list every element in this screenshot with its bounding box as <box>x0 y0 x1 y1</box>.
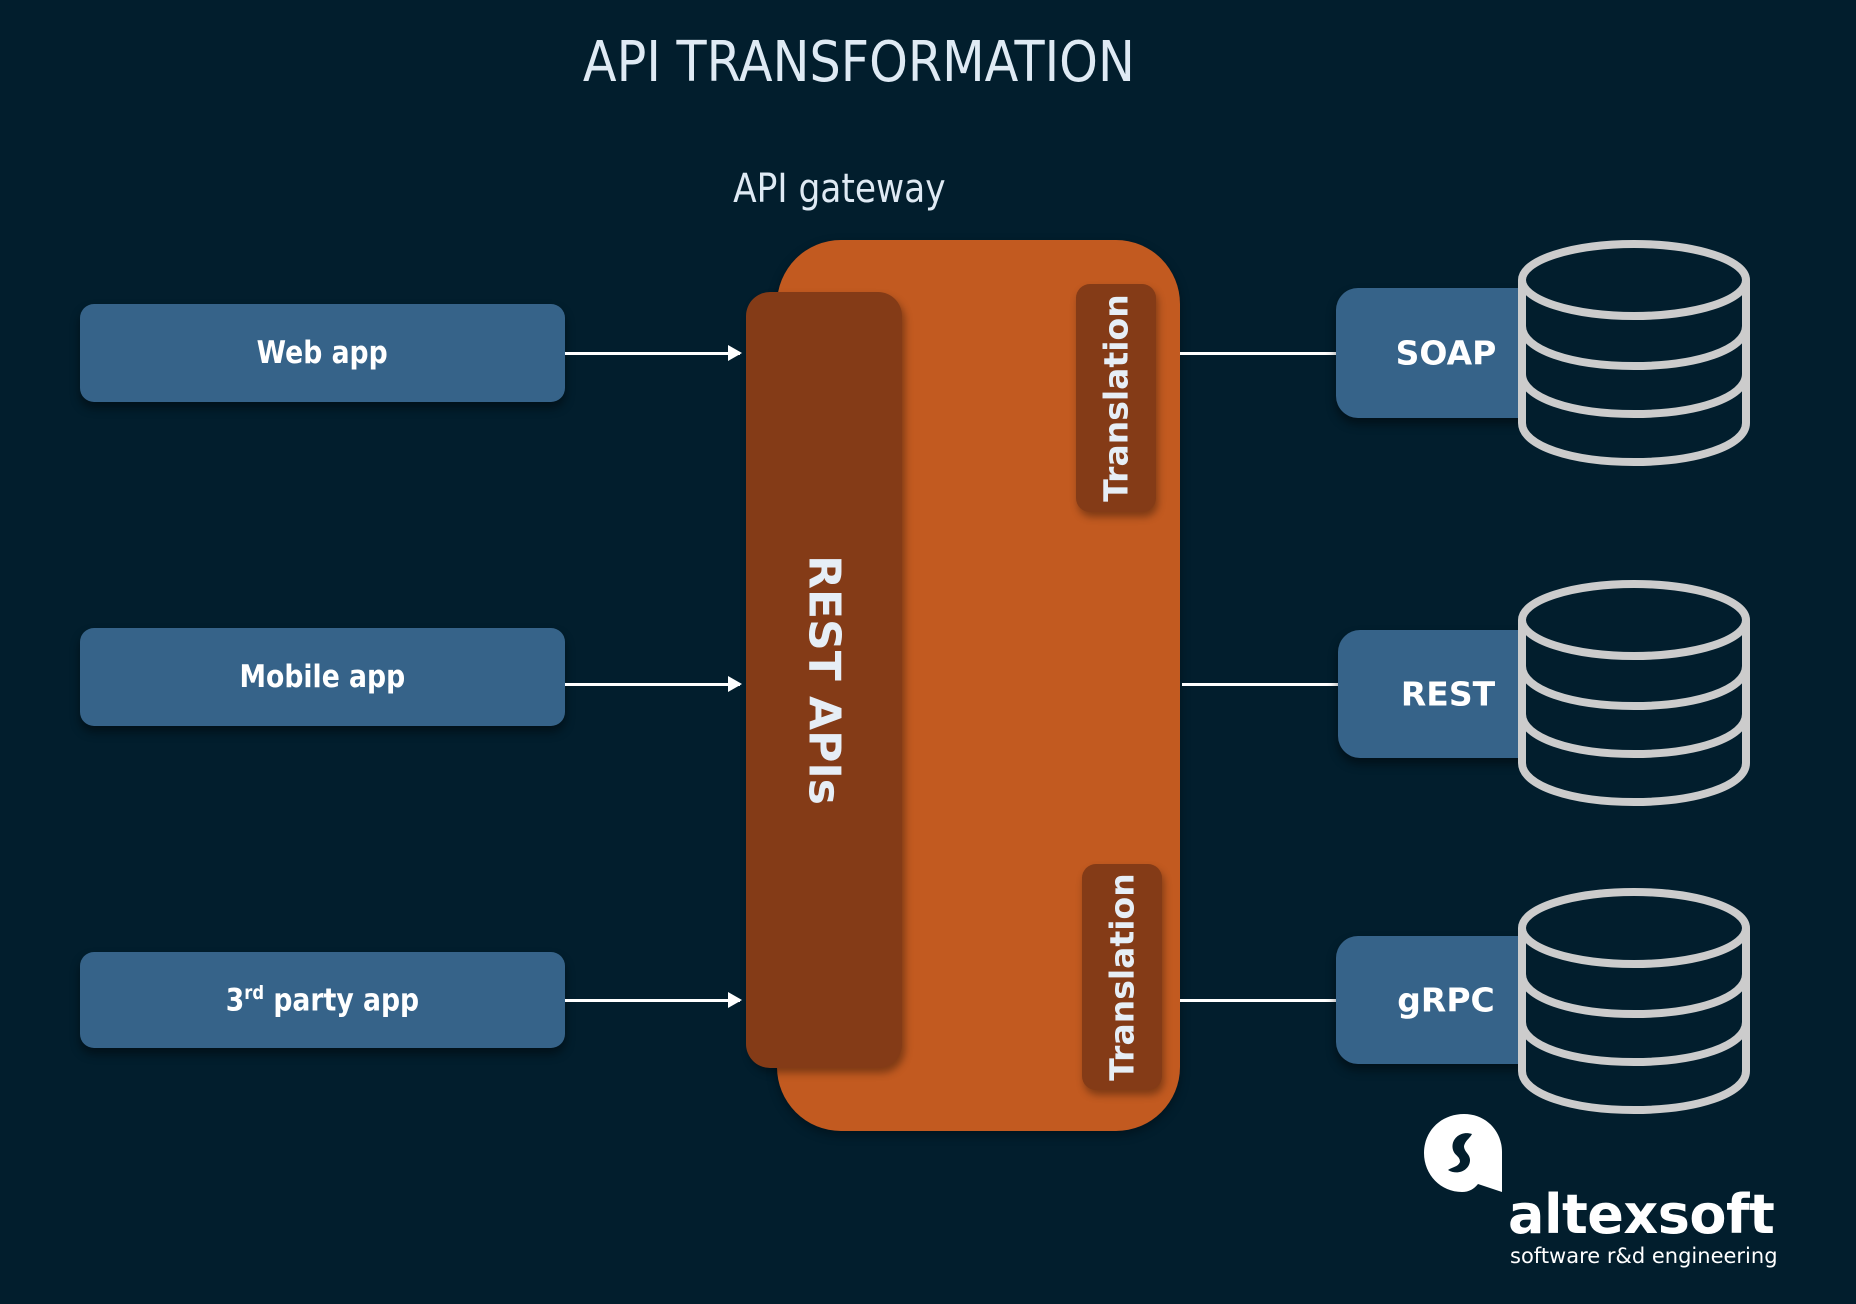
arrow-gateway-to-soap <box>1180 345 1356 361</box>
translation-block-bottom: Translation <box>1082 864 1162 1090</box>
altexsoft-tagline: software r&d engineering <box>1510 1244 1778 1268</box>
client-label: Mobile app <box>239 659 406 695</box>
database-icon <box>1518 240 1750 467</box>
altexsoft-logo-icon <box>1424 1114 1502 1192</box>
database-icon <box>1518 580 1750 807</box>
client-label-superscript: rd <box>244 981 265 1004</box>
client-label-rest: party app <box>264 982 420 1019</box>
translation-block-top: Translation <box>1076 284 1156 512</box>
diagram-title: API TRANSFORMATION <box>582 30 1135 95</box>
client-mobile-app: Mobile app <box>80 628 565 726</box>
database-icon <box>1518 888 1750 1115</box>
api-gateway-label: API gateway <box>733 166 946 212</box>
client-label-prefix: 3 <box>225 982 245 1019</box>
arrow-web-app-to-gateway <box>565 345 742 361</box>
client-label: Web app <box>256 335 389 371</box>
arrow-gateway-to-rest <box>1182 676 1358 692</box>
client-label: 3rd party app <box>226 982 419 1018</box>
rest-apis-label: REST APIs <box>798 555 850 805</box>
arrow-third-party-app-to-gateway <box>565 992 742 1008</box>
arrow-gateway-to-grpc <box>1180 992 1356 1008</box>
altexsoft-logo-text: altexsoft <box>1508 1183 1775 1246</box>
translation-label: Translation <box>1096 294 1136 502</box>
rest-apis-layer: REST APIs <box>746 292 902 1068</box>
client-third-party-app: 3rd party app <box>80 952 565 1048</box>
arrow-mobile-app-to-gateway <box>565 676 742 692</box>
translation-label: Translation <box>1102 873 1142 1081</box>
client-web-app: Web app <box>80 304 565 402</box>
